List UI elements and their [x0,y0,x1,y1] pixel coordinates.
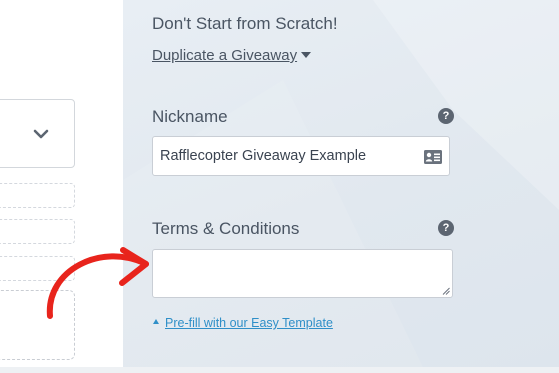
bottom-divider [0,367,559,373]
nickname-help-icon[interactable]: ? [438,108,454,124]
settings-panel: Don't Start from Scratch! Duplicate a Gi… [123,0,559,367]
left-form-pane [0,0,123,373]
placeholder-field-2[interactable] [0,219,75,244]
nickname-input-value: Rafflecopter Giveaway Example [160,148,367,164]
terms-textarea[interactable] [152,249,453,298]
prefill-template-link[interactable]: Pre-fill with our Easy Template [153,316,333,330]
nickname-input[interactable]: Rafflecopter Giveaway Example [152,136,450,176]
contact-card-icon[interactable] [424,150,442,164]
placeholder-drop-area[interactable] [0,290,75,360]
placeholder-field-1[interactable] [0,183,75,208]
resize-handle-icon[interactable] [442,287,450,295]
duplicate-heading: Don't Start from Scratch! [152,14,338,33]
type-select[interactable] [0,99,75,168]
prefill-template-label: Pre-fill with our Easy Template [165,316,333,330]
caret-down-icon [301,52,312,59]
placeholder-field-3[interactable] [0,256,75,281]
nickname-label: Nickname [152,107,228,126]
chevron-down-icon [33,129,49,139]
terms-label: Terms & Conditions [152,219,300,238]
duplicate-giveaway-dropdown[interactable]: Duplicate a Giveaway [152,47,312,64]
duplicate-giveaway-label: Duplicate a Giveaway [152,47,298,64]
caret-up-icon [153,319,159,325]
terms-help-icon[interactable]: ? [438,220,454,236]
